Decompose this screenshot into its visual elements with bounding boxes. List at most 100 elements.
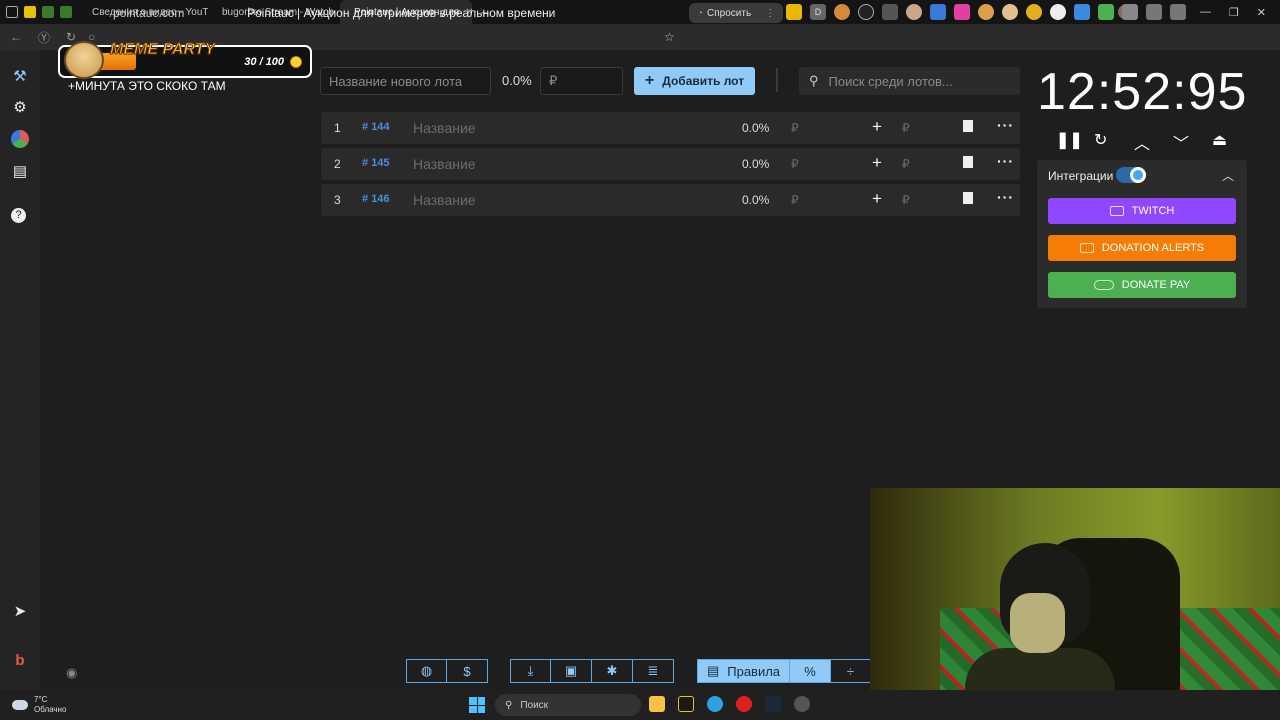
extension-icon[interactable] bbox=[978, 4, 994, 20]
auction-gavel-icon[interactable]: ⚒ bbox=[11, 67, 29, 85]
extension-icon[interactable] bbox=[930, 4, 946, 20]
new-lot-input[interactable]: Название нового лота bbox=[320, 67, 491, 95]
lot-row: 1 # 144 Название 0.0% ₽ + ₽ ··· bbox=[321, 112, 1020, 144]
boosty-icon[interactable]: b bbox=[11, 652, 29, 670]
alice-icon: ◔ bbox=[697, 7, 704, 19]
clear-list-icon[interactable]: ≣ bbox=[633, 659, 674, 683]
more-options-icon[interactable]: ··· bbox=[997, 153, 1014, 169]
taskbar-search[interactable]: ⚲ Поиск bbox=[495, 694, 641, 716]
extension-icon[interactable] bbox=[1074, 4, 1090, 20]
maximize-icon[interactable]: ❐ bbox=[1229, 6, 1239, 19]
lot-add-amount-input[interactable]: ₽ bbox=[902, 193, 910, 207]
extension-icon[interactable] bbox=[954, 4, 970, 20]
lot-id-value: 144 bbox=[371, 121, 390, 133]
twitch-button[interactable]: TWITCH bbox=[1048, 198, 1236, 224]
rules-button[interactable]: ▤ Правила bbox=[697, 659, 790, 683]
lot-search-input[interactable]: ⚲ Поиск среди лотов... bbox=[799, 67, 1020, 95]
search-icon: ⚲ bbox=[809, 73, 819, 88]
bookmark-star-icon[interactable]: ☆ bbox=[664, 30, 675, 44]
extension-icon[interactable] bbox=[42, 6, 54, 18]
auction-timer: 12:52:95 bbox=[1037, 63, 1248, 121]
d-extension-icon[interactable]: D bbox=[810, 4, 826, 20]
history-clipboard-icon[interactable]: ▤ bbox=[11, 162, 29, 180]
integrations-toggle[interactable] bbox=[1116, 167, 1146, 183]
download-icon[interactable] bbox=[1146, 4, 1162, 20]
double-up-icon[interactable]: ⏏ bbox=[1212, 130, 1227, 150]
pause-icon[interactable]: ❚❚ bbox=[1056, 130, 1083, 150]
telegram-icon[interactable] bbox=[707, 696, 723, 712]
extension-icon[interactable] bbox=[1002, 4, 1018, 20]
page-icon[interactable] bbox=[6, 6, 18, 18]
lot-add-amount-input[interactable]: ₽ bbox=[902, 157, 910, 171]
delete-icon[interactable] bbox=[963, 156, 973, 168]
cookie-extension-icon[interactable] bbox=[834, 4, 850, 20]
extension-icon[interactable] bbox=[858, 4, 874, 20]
lot-row: 3 # 146 Название 0.0% ₽ + ₽ ··· bbox=[321, 184, 1020, 216]
chevron-up-icon[interactable]: ︿ bbox=[1134, 130, 1150, 154]
chevron-up-icon[interactable]: ︿ bbox=[1222, 167, 1234, 184]
amount-input[interactable]: ₽ bbox=[540, 67, 623, 95]
more-options-icon[interactable]: ··· bbox=[997, 117, 1014, 133]
wheel-icon[interactable] bbox=[11, 130, 29, 148]
extension-icon[interactable] bbox=[1050, 4, 1066, 20]
lot-percent: 0.0% bbox=[742, 121, 770, 135]
add-lot-button[interactable]: + Добавить лот bbox=[634, 67, 755, 95]
donate-pay-button[interactable]: DONATE PAY bbox=[1048, 272, 1236, 298]
lot-add-amount-input[interactable]: ₽ bbox=[902, 121, 910, 135]
add-amount-button[interactable]: + bbox=[872, 189, 882, 209]
extension-icon[interactable] bbox=[1026, 4, 1042, 20]
delete-icon[interactable] bbox=[963, 192, 973, 204]
lot-row: 2 # 145 Название 0.0% ₽ + ₽ ··· bbox=[321, 148, 1020, 180]
minimize-icon[interactable]: — bbox=[1200, 6, 1211, 18]
file-actions-group: ⤓ ▣ ✱ ≣ bbox=[510, 659, 674, 683]
yandex-browser-icon[interactable] bbox=[736, 696, 752, 712]
lot-name-input[interactable]: Название bbox=[413, 192, 476, 208]
steam-icon[interactable] bbox=[765, 696, 781, 712]
reset-icon[interactable]: ↻ bbox=[1094, 130, 1107, 150]
add-amount-button[interactable]: + bbox=[872, 117, 882, 137]
lot-name-input[interactable]: Название bbox=[413, 120, 476, 136]
obs-icon[interactable] bbox=[794, 696, 810, 712]
donate-dollar-icon[interactable]: $ bbox=[447, 659, 488, 683]
save-icon[interactable]: ▣ bbox=[551, 659, 592, 683]
close-window-icon[interactable]: ✕ bbox=[1257, 6, 1266, 19]
telegram-icon[interactable]: ➤ bbox=[11, 602, 29, 620]
meme-party-count: 30 / 100 bbox=[244, 56, 284, 68]
more-options-icon[interactable]: ··· bbox=[997, 189, 1014, 205]
extension-icon[interactable] bbox=[906, 4, 922, 20]
lot-index: 2 bbox=[334, 157, 341, 171]
shield-extension-icon[interactable] bbox=[786, 4, 802, 20]
share-icon[interactable] bbox=[1170, 4, 1186, 20]
back-icon[interactable]: ← bbox=[10, 30, 30, 44]
weather-widget[interactable]: 7°C Облачно bbox=[12, 695, 66, 715]
add-lot-label: Добавить лот bbox=[662, 74, 745, 88]
percent-icon[interactable]: % bbox=[790, 659, 831, 683]
visibility-icon[interactable]: ◉ bbox=[66, 665, 77, 681]
yandex-icon[interactable]: Ⓨ bbox=[38, 29, 58, 46]
url-text[interactable]: pointauc.com bbox=[113, 6, 184, 20]
help-icon[interactable]: ? bbox=[11, 208, 26, 223]
lock-extension-icon[interactable] bbox=[882, 4, 898, 20]
weather-text: 7°C Облачно bbox=[34, 695, 66, 715]
extension-icon[interactable] bbox=[1098, 4, 1114, 20]
lot-name-input[interactable]: Название bbox=[413, 156, 476, 172]
chevron-down-icon[interactable]: ﹀ bbox=[1173, 130, 1189, 154]
app-icon[interactable] bbox=[678, 696, 694, 712]
github-icon[interactable]: ◍ bbox=[406, 659, 447, 683]
settings-icon[interactable]: ⚙ bbox=[11, 98, 29, 116]
explorer-icon[interactable] bbox=[649, 696, 665, 712]
donation-alerts-button[interactable]: DONATION ALERTS bbox=[1048, 235, 1236, 261]
delete-icon[interactable] bbox=[963, 120, 973, 132]
start-icon[interactable] bbox=[469, 697, 485, 713]
download-icon[interactable]: ⤓ bbox=[510, 659, 551, 683]
puzzle-icon[interactable] bbox=[1122, 4, 1138, 20]
compress-icon[interactable]: ÷ bbox=[831, 659, 871, 683]
more-icon[interactable]: ⋮ bbox=[765, 8, 775, 19]
add-amount-button[interactable]: + bbox=[872, 153, 882, 173]
bug-icon[interactable]: ✱ bbox=[592, 659, 633, 683]
lot-index: 1 bbox=[334, 121, 341, 135]
extensions-bar: D bbox=[786, 4, 1186, 20]
ask-button[interactable]: ◔ Спросить ⋮ bbox=[689, 3, 784, 23]
bookmark-icon[interactable] bbox=[24, 6, 36, 18]
extension-icon[interactable] bbox=[60, 6, 72, 18]
